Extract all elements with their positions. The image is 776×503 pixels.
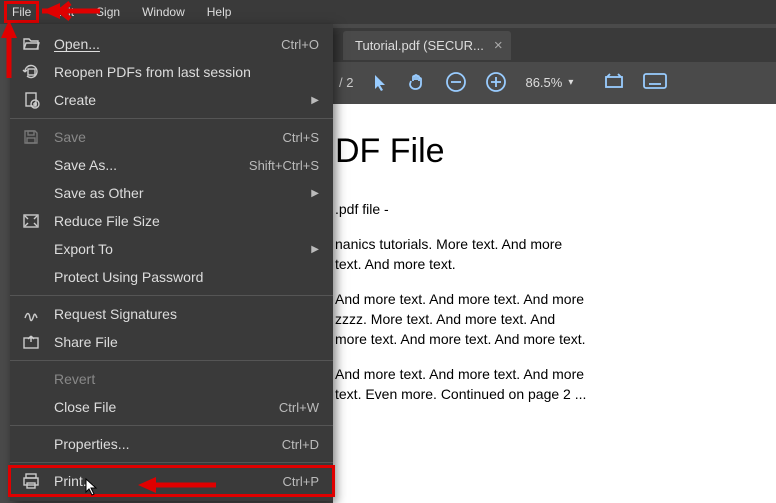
separator (10, 360, 333, 361)
separator (10, 295, 333, 296)
label: Create (54, 92, 299, 108)
file-menu: Open... Ctrl+O Reopen PDFs from last ses… (10, 24, 333, 501)
label: Reopen PDFs from last session (54, 64, 319, 80)
doc-line: And more text. And more text. And morete… (335, 365, 760, 404)
menu-item-reduce[interactable]: Reduce File Size (10, 207, 333, 235)
menubar: File Edit Sign Window Help (0, 0, 776, 24)
menu-item-open[interactable]: Open... Ctrl+O (10, 30, 333, 58)
shortcut: Ctrl+O (281, 37, 319, 52)
menu-item-reopen[interactable]: Reopen PDFs from last session (10, 58, 333, 86)
zoom-level[interactable]: 86.5% ▾ (525, 75, 573, 90)
toolbar: / 2 86.5% ▾ (333, 62, 776, 102)
menu-sign[interactable]: Sign (90, 3, 126, 21)
chevron-down-icon: ▾ (568, 77, 573, 88)
doc-line: And more text. And more text. And morezz… (335, 290, 760, 349)
zoom-out-icon[interactable] (445, 71, 467, 93)
reduce-icon (20, 213, 42, 229)
fit-width-icon[interactable] (603, 71, 625, 93)
doc-title: DF File (335, 128, 760, 176)
menu-help[interactable]: Help (201, 3, 238, 21)
document-page: DF File .pdf file - nanics tutorials. Mo… (333, 104, 776, 503)
shortcut: Ctrl+D (282, 437, 319, 452)
menu-item-properties[interactable]: Properties... Ctrl+D (10, 430, 333, 458)
menu-item-print[interactable]: Print... Ctrl+P (10, 467, 333, 495)
menu-edit[interactable]: Edit (47, 3, 80, 21)
label: Request Signatures (54, 306, 319, 322)
keyboard-icon[interactable] (643, 73, 667, 91)
folder-open-icon (20, 36, 42, 52)
menu-window[interactable]: Window (136, 3, 191, 21)
create-icon (20, 91, 42, 109)
menu-file[interactable]: File (6, 3, 37, 21)
page-indicator: / 2 (339, 75, 353, 90)
pointer-icon[interactable] (371, 73, 389, 91)
separator (10, 462, 333, 463)
shortcut: Ctrl+W (279, 400, 319, 415)
tab-bar: Tutorial.pdf (SECUR... × (333, 28, 776, 62)
hand-icon[interactable] (407, 72, 427, 92)
label: Reduce File Size (54, 213, 319, 229)
close-tab-icon[interactable]: × (494, 37, 503, 54)
label: Export To (54, 241, 299, 257)
label: Save As... (54, 157, 237, 173)
tab-title: Tutorial.pdf (SECUR... (355, 38, 484, 53)
shortcut: Ctrl+P (283, 474, 319, 489)
zoom-value: 86.5% (525, 75, 562, 90)
menu-item-revert[interactable]: Revert (10, 365, 333, 393)
label: Save as Other (54, 185, 299, 201)
label: Properties... (54, 436, 270, 452)
separator (10, 425, 333, 426)
save-icon (20, 129, 42, 145)
print-icon (20, 473, 42, 489)
reopen-icon (20, 64, 42, 80)
label: Revert (54, 371, 319, 387)
label: Close File (54, 399, 267, 415)
doc-line: nanics tutorials. More text. And moretex… (335, 235, 760, 274)
share-icon (20, 334, 42, 350)
menu-item-save-other[interactable]: Save as Other ▶ (10, 179, 333, 207)
shortcut: Ctrl+S (283, 130, 319, 145)
menu-item-create[interactable]: Create ▶ (10, 86, 333, 114)
shortcut: Shift+Ctrl+S (249, 158, 319, 173)
menu-item-save[interactable]: Save Ctrl+S (10, 123, 333, 151)
doc-line: .pdf file - (335, 200, 760, 220)
menu-item-save-as[interactable]: Save As... Shift+Ctrl+S (10, 151, 333, 179)
submenu-arrow-icon: ▶ (311, 244, 319, 255)
label: Share File (54, 334, 319, 350)
label: Open... (54, 36, 269, 52)
signature-icon (20, 306, 42, 322)
label: Protect Using Password (54, 269, 319, 285)
menu-item-export[interactable]: Export To ▶ (10, 235, 333, 263)
submenu-arrow-icon: ▶ (311, 188, 319, 199)
label: Print... (54, 473, 271, 489)
menu-item-protect[interactable]: Protect Using Password (10, 263, 333, 291)
menu-item-share[interactable]: Share File (10, 328, 333, 356)
separator (10, 118, 333, 119)
label: Save (54, 129, 271, 145)
submenu-arrow-icon: ▶ (311, 95, 319, 106)
zoom-in-icon[interactable] (485, 71, 507, 93)
menu-item-close[interactable]: Close File Ctrl+W (10, 393, 333, 421)
menu-item-request-signatures[interactable]: Request Signatures (10, 300, 333, 328)
document-tab[interactable]: Tutorial.pdf (SECUR... × (343, 31, 511, 60)
